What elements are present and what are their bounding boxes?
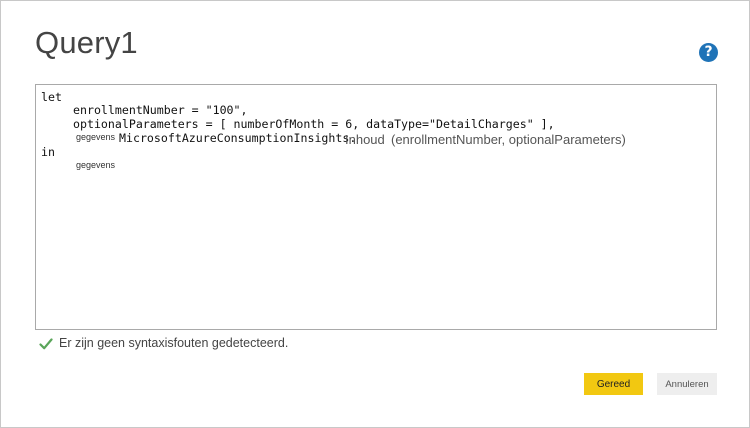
code-line-enrollment: enrollmentNumber = "100",: [73, 103, 248, 117]
code-line-gegevens-label: gegevens: [76, 132, 116, 142]
dialog-title: Query1: [35, 25, 138, 60]
code-line-let: let: [41, 90, 62, 104]
checkmark-icon: [39, 338, 53, 350]
code-line-gegevens-result: gegevens: [76, 160, 116, 170]
query-dialog: Query1 ? let enrollmentNumber = "100", o…: [0, 0, 750, 428]
done-button[interactable]: Gereed: [584, 373, 643, 395]
code-line-function-name: Inhoud: [345, 132, 385, 147]
code-line-function-call: MicrosoftAzureConsumptionInsights.: [119, 131, 357, 145]
code-line-in: in: [41, 145, 55, 159]
status-text: Er zijn geen syntaxisfouten gedetecteerd…: [59, 336, 289, 350]
code-line-parameters: optionalParameters = [ numberOfMonth = 6…: [73, 117, 555, 131]
query-editor[interactable]: let enrollmentNumber = "100", optionalPa…: [35, 84, 717, 330]
help-icon[interactable]: ?: [699, 43, 718, 62]
cancel-button[interactable]: Annuleren: [657, 373, 717, 395]
code-line-function-args: (enrollmentNumber, optionalParameters): [391, 132, 626, 147]
